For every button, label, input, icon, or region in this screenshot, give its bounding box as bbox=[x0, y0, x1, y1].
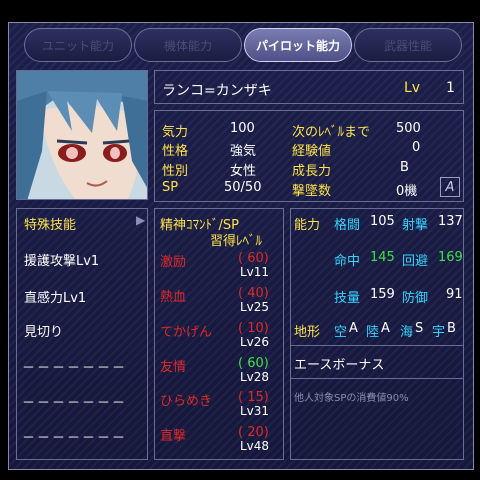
spirit-command-level: Lv28 bbox=[240, 370, 270, 384]
next-level-value: 500 bbox=[396, 121, 421, 136]
spirit-command-name: 激励 bbox=[160, 255, 187, 270]
spirit-command-level: Lv11 bbox=[240, 265, 270, 279]
sp-value: 50/50 bbox=[224, 180, 262, 195]
spirit-command-name: 直撃 bbox=[160, 429, 187, 444]
terrain-sea-label: 海 bbox=[400, 325, 414, 340]
exp-value: 0 bbox=[412, 140, 421, 155]
pilot-portrait bbox=[16, 70, 148, 200]
sp-label: SP bbox=[162, 180, 179, 195]
gender-value: 女性 bbox=[230, 164, 257, 179]
kills-value: 0機 bbox=[396, 184, 418, 199]
ace-icon: A bbox=[440, 177, 460, 197]
shooting-label: 射撃 bbox=[402, 218, 429, 233]
terrain-air-label: 空 bbox=[334, 325, 348, 340]
shooting-value: 137 bbox=[438, 214, 463, 229]
skills-arrow-icon[interactable]: ▶ bbox=[136, 213, 145, 227]
spirit-command-level: Lv25 bbox=[240, 300, 270, 314]
terrain-space-rank: B bbox=[447, 321, 456, 336]
terrain-sea-rank: S bbox=[415, 321, 424, 336]
pilot-portrait-image bbox=[17, 71, 147, 199]
skill-item-empty: －－－－－－－ bbox=[22, 361, 128, 376]
pilot-level-value: 1 bbox=[446, 80, 455, 96]
spirit-level-header: 習得ﾚﾍﾞﾙ bbox=[210, 234, 263, 249]
skills-header: 特殊技能 bbox=[24, 218, 77, 233]
gender-label: 性別 bbox=[162, 164, 189, 179]
spirit-command-cost: ( 60) bbox=[238, 251, 269, 266]
hit-value: 145 bbox=[370, 250, 395, 265]
kills-label: 撃墜数 bbox=[292, 184, 332, 199]
terrain-land-label: 陸 bbox=[366, 325, 380, 340]
evade-label: 回避 bbox=[402, 254, 429, 269]
growth-value: B bbox=[400, 160, 409, 175]
spirit-command-cost: ( 20) bbox=[238, 425, 269, 440]
skill-item-empty: －－－－－－－ bbox=[22, 431, 128, 446]
growth-label: 成長力 bbox=[292, 164, 332, 179]
spirit-command-cost: ( 60) bbox=[238, 356, 269, 371]
tab-weapon-performance[interactable]: 武器性能 bbox=[354, 28, 462, 62]
skill-item: 援護攻撃Lv1 bbox=[24, 254, 100, 269]
defense-value: 91 bbox=[446, 287, 463, 302]
terrain-space-label: 宇 bbox=[432, 325, 446, 340]
evade-value: 169 bbox=[438, 250, 463, 265]
pilot-name: ランコ=カンザキ bbox=[162, 83, 272, 99]
spirit-command-level: Lv31 bbox=[240, 404, 270, 418]
next-level-label: 次のﾚﾍﾞﾙまで bbox=[292, 125, 371, 140]
spirit-command-level: Lv48 bbox=[240, 439, 270, 453]
tab-mech-ability[interactable]: 機体能力 bbox=[134, 28, 242, 62]
ace-bonus-header: エースボーナス bbox=[294, 358, 385, 373]
spirit-command-cost: ( 40) bbox=[238, 286, 269, 301]
kiryoku-value: 100 bbox=[230, 121, 255, 136]
spirit-command-cost: ( 10) bbox=[238, 321, 269, 336]
skill-stat-label: 技量 bbox=[334, 291, 361, 306]
terrain-land-rank: A bbox=[381, 321, 390, 336]
terrain-air-rank: A bbox=[349, 321, 358, 336]
personality-label: 性格 bbox=[162, 144, 189, 159]
exp-label: 経験値 bbox=[292, 144, 332, 159]
melee-value: 105 bbox=[370, 214, 395, 229]
terrain-label: 地形 bbox=[294, 325, 321, 340]
skill-item: 直感力Lv1 bbox=[24, 291, 87, 306]
divider bbox=[290, 378, 464, 379]
melee-label: 格闘 bbox=[334, 218, 361, 233]
skill-item: 見切り bbox=[24, 325, 64, 340]
spirit-command-level: Lv26 bbox=[240, 335, 270, 349]
pilot-level-label: Lv bbox=[404, 80, 421, 96]
skill-item-empty: －－－－－－－ bbox=[22, 396, 128, 411]
abilities-header: 能力 bbox=[294, 218, 321, 233]
divider bbox=[290, 345, 464, 346]
spirit-command-name: てかげん bbox=[160, 325, 213, 340]
hit-label: 命中 bbox=[334, 254, 361, 269]
spirit-command-name: 友情 bbox=[160, 360, 187, 375]
defense-label: 防御 bbox=[402, 291, 429, 306]
kiryoku-label: 気力 bbox=[162, 125, 189, 140]
spirit-command-cost: ( 15) bbox=[238, 390, 269, 405]
tab-unit-ability[interactable]: ユニット能力 bbox=[24, 28, 132, 62]
skill-stat-value: 159 bbox=[370, 287, 395, 302]
spirit-command-name: ひらめき bbox=[160, 394, 213, 409]
ace-bonus-description: 他人対象SPの消費値90% bbox=[294, 393, 409, 404]
tab-pilot-ability[interactable]: パイロット能力 bbox=[244, 28, 352, 62]
personality-value: 強気 bbox=[230, 144, 257, 159]
spirit-command-name: 熱血 bbox=[160, 290, 187, 305]
